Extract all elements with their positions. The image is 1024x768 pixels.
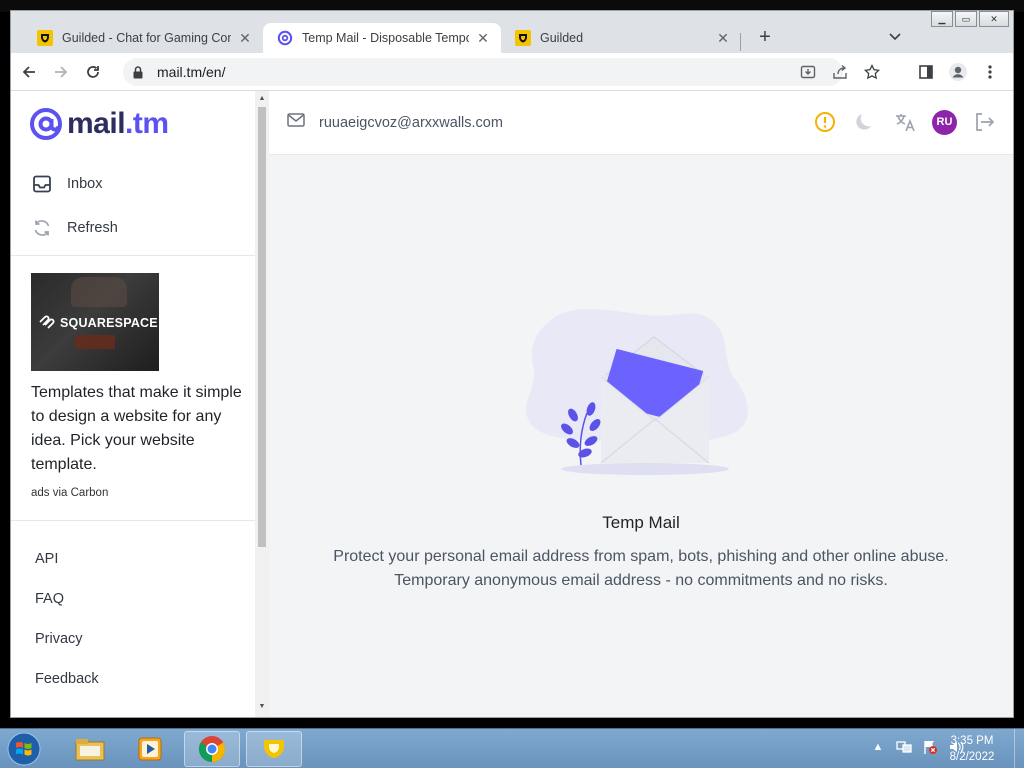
clock-date: 8/2/2022	[949, 751, 995, 763]
taskbar-explorer[interactable]	[62, 731, 118, 767]
sidebar-item-label: Inbox	[67, 176, 103, 192]
guilded-icon	[515, 30, 531, 46]
guilded-icon	[264, 740, 284, 758]
dark-mode-moon-icon[interactable]	[852, 109, 878, 135]
squarespace-icon	[39, 315, 55, 329]
tab-close-icon[interactable]: ✕	[237, 30, 253, 47]
sidebar-item-label: Refresh	[67, 220, 118, 236]
footer-link-privacy[interactable]: Privacy	[35, 631, 83, 647]
show-desktop-button[interactable]	[1014, 729, 1024, 768]
empty-state-line: Temporary anonymous email address - no c…	[394, 572, 888, 589]
kebab-menu-icon[interactable]	[977, 58, 1003, 86]
lock-icon[interactable]	[133, 65, 147, 79]
sidebar-item-refresh[interactable]: Refresh	[31, 217, 118, 239]
logout-icon[interactable]	[971, 109, 997, 135]
tab-title: Temp Mail - Disposable Tempora	[302, 31, 469, 45]
address-bar[interactable]: mail.tm/en/	[123, 58, 843, 86]
empty-inbox-illustration	[525, 297, 757, 498]
scroll-thumb[interactable]	[258, 107, 266, 547]
empty-state-line: Protect your personal email address from…	[333, 548, 949, 565]
footer-link-faq[interactable]: FAQ	[35, 591, 64, 607]
taskbar-chrome[interactable]	[184, 731, 240, 767]
user-avatar[interactable]: RU	[932, 109, 957, 135]
email-address[interactable]: ruuaeigcvoz@arxxwalls.com	[319, 115, 503, 131]
page-viewport: mail.tm Inbox Refresh SQUARESPACE Templa…	[11, 91, 1013, 717]
mail-header: ruuaeigcvoz@arxxwalls.com RU	[269, 91, 1013, 155]
tab-guilded[interactable]: Guilded ✕	[501, 23, 741, 53]
taskbar-guilded[interactable]	[246, 731, 302, 767]
scroll-up-arrow-icon[interactable]: ▲	[258, 95, 266, 103]
start-button[interactable]	[4, 731, 44, 767]
inbox-icon	[31, 173, 53, 195]
empty-state-title: Temp Mail	[602, 513, 680, 532]
tab-close-icon[interactable]: ✕	[715, 30, 731, 47]
warning-icon[interactable]	[812, 109, 838, 135]
reload-button[interactable]	[79, 58, 107, 86]
forward-arrow-icon	[55, 65, 68, 78]
translate-icon[interactable]	[892, 109, 918, 135]
tab-title: Guilded - Chat for Gaming Comm	[62, 31, 231, 45]
address-bar-actions	[797, 58, 883, 86]
header-actions: RU	[812, 109, 997, 135]
windows-logo-icon	[7, 732, 41, 766]
tab-strip: Guilded - Chat for Gaming Comm ✕ Temp Ma…	[11, 21, 1013, 53]
toolbar-actions	[913, 58, 1003, 86]
url-text: mail.tm/en/	[157, 64, 226, 80]
browser-window: ▁ ▭ ✕ Guilded - Chat for Gaming Comm ✕ T…	[10, 10, 1014, 718]
tab-guilded-chat[interactable]: Guilded - Chat for Gaming Comm ✕	[23, 23, 263, 53]
ad-image-strip	[75, 335, 115, 349]
sidebar: mail.tm Inbox Refresh SQUARESPACE Templa…	[11, 91, 255, 717]
squarespace-logo: SQUARESPACE	[37, 315, 158, 331]
mailtm-logo[interactable]: mail.tm	[29, 107, 169, 141]
new-tab-button[interactable]: +	[751, 23, 779, 51]
forward-button[interactable]	[47, 58, 75, 86]
network-icon[interactable]	[896, 739, 912, 755]
logo-text: mail.tm	[67, 107, 169, 140]
tab-separator	[740, 33, 741, 51]
show-hidden-icons-icon[interactable]: ▲	[870, 739, 886, 755]
back-arrow-icon	[22, 65, 35, 78]
ad-image[interactable]: SQUARESPACE	[31, 273, 159, 371]
side-panel-icon[interactable]	[913, 58, 939, 86]
sidebar-divider	[11, 255, 255, 256]
bookmark-star-icon[interactable]	[861, 58, 883, 86]
reload-icon	[87, 65, 99, 78]
main-content: ruuaeigcvoz@arxxwalls.com RU Temp Mail P…	[269, 91, 1013, 717]
ad-attribution[interactable]: ads via Carbon	[31, 487, 108, 499]
tab-temp-mail[interactable]: Temp Mail - Disposable Tempora ✕	[263, 23, 501, 53]
sidebar-divider	[11, 520, 255, 521]
refresh-icon	[31, 217, 53, 239]
system-clock[interactable]: 3:35 PM 8/2/2022	[932, 733, 1012, 765]
footer-link-api[interactable]: API	[35, 551, 58, 567]
windows-taskbar: ▲ 3:35 PM 8/2/2022	[0, 728, 1024, 768]
clock-time: 3:35 PM	[950, 735, 994, 747]
browser-toolbar: mail.tm/en/	[11, 53, 1013, 91]
guilded-icon	[37, 30, 53, 46]
media-player-icon	[138, 737, 162, 761]
ad-text[interactable]: Templates that make it simple to design …	[31, 381, 246, 477]
at-sign-logo-icon	[30, 108, 62, 140]
footer-link-feedback[interactable]: Feedback	[35, 671, 99, 687]
tab-title: Guilded	[540, 31, 584, 45]
tab-close-icon[interactable]: ✕	[475, 30, 491, 47]
envelope-icon	[287, 113, 305, 132]
chrome-icon	[198, 736, 226, 763]
share-icon[interactable]	[829, 58, 851, 86]
sidebar-scrollbar[interactable]: ▲ ▼	[255, 91, 269, 717]
install-app-icon[interactable]	[797, 58, 819, 86]
ad-image-hands	[71, 277, 127, 307]
mailtm-icon	[277, 30, 293, 46]
tab-search-chevron-icon[interactable]	[885, 27, 905, 47]
empty-state-description: Protect your personal email address from…	[269, 545, 1013, 593]
back-button[interactable]	[15, 58, 43, 86]
profile-avatar-icon[interactable]	[945, 58, 971, 86]
taskbar-media-player[interactable]	[122, 731, 178, 767]
scroll-down-arrow-icon[interactable]: ▼	[258, 703, 266, 711]
folder-icon	[75, 739, 105, 761]
sidebar-item-inbox[interactable]: Inbox	[31, 173, 102, 195]
